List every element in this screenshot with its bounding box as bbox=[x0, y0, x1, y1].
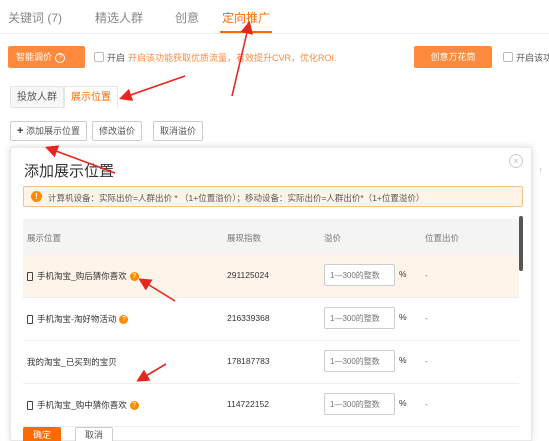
scrollbar[interactable] bbox=[519, 216, 523, 271]
tab-keywords[interactable]: 关键词 (7) bbox=[8, 9, 62, 26]
annotation-arrow bbox=[118, 75, 186, 101]
percent-unit: % bbox=[399, 398, 407, 408]
smart-bid-toggle-label: 开启 bbox=[107, 53, 126, 63]
help-icon[interactable]: ? bbox=[129, 272, 139, 282]
tab-targeted-promotion[interactable]: 定向推广 bbox=[222, 9, 270, 26]
cancel-button[interactable]: 取消 bbox=[75, 427, 113, 441]
position-name: 手机淘宝_购中猜你喜欢 bbox=[37, 400, 127, 410]
brand-checkbox[interactable] bbox=[503, 52, 513, 62]
table-row: 手机淘宝-淘好物活动? 216339368 % - bbox=[23, 298, 519, 341]
add-position-button[interactable]: + 添加展示位置 bbox=[10, 121, 87, 141]
position-name-cell: 手机淘宝_购中猜你喜欢? bbox=[27, 399, 139, 411]
position-name-cell: 手机淘宝_购后猜你喜欢? bbox=[27, 270, 139, 282]
tab-creative[interactable]: 创意 bbox=[175, 9, 199, 26]
position-name: 手机淘宝_购后猜你喜欢 bbox=[37, 271, 127, 281]
column-header-index: 展现指数 bbox=[227, 233, 262, 243]
table-header: 展示位置 展现指数 溢价 位置出价 bbox=[23, 219, 519, 255]
tab-selected-audience[interactable]: 精选人群 bbox=[95, 9, 143, 26]
percent-unit: % bbox=[399, 355, 407, 365]
position-name-cell: 手机淘宝-淘好物活动? bbox=[27, 313, 129, 325]
column-header-price: 位置出价 bbox=[425, 233, 460, 243]
percent-unit: % bbox=[399, 269, 407, 279]
brand-toggle-label: 开启该功 bbox=[516, 53, 549, 63]
position-name-cell: 我的淘宝_已买到的宝贝 bbox=[27, 357, 117, 367]
plus-icon: + bbox=[17, 125, 24, 137]
index-cell: 291125024 bbox=[227, 270, 269, 280]
premium-input[interactable] bbox=[324, 393, 395, 415]
position-price-cell: - bbox=[425, 270, 428, 280]
add-position-label: 添加展示位置 bbox=[25, 126, 80, 136]
position-price-cell: - bbox=[425, 356, 428, 366]
cancel-premium-button[interactable]: 取消溢价 bbox=[153, 121, 204, 141]
help-icon[interactable]: ? bbox=[55, 52, 66, 63]
confirm-button[interactable]: 确定 bbox=[23, 427, 61, 441]
help-icon[interactable]: ? bbox=[129, 401, 139, 411]
notice-text: 计算机设备：实际出价=人群出价 * （1+位置溢价）；移动设备：实际出价=人群出… bbox=[48, 193, 425, 203]
table-row: 手机淘宝_购后猜你喜欢? 291125024 % - bbox=[23, 255, 519, 298]
notice-banner: ! 计算机设备：实际出价=人群出价 * （1+位置溢价）；移动设备：实际出价=人… bbox=[23, 186, 523, 207]
dialog-title: 添加展示位置 bbox=[24, 163, 115, 180]
index-cell: 216339368 bbox=[227, 313, 270, 323]
column-header-premium: 溢价 bbox=[324, 233, 342, 243]
position-name: 手机淘宝-淘好物活动 bbox=[37, 314, 117, 324]
active-tab-underline bbox=[220, 31, 272, 33]
index-cell: 178187783 bbox=[227, 356, 270, 366]
edit-premium-button[interactable]: 修改溢价 bbox=[92, 121, 143, 141]
table-row: 手机淘宝_购中猜你喜欢? 114722152 % - bbox=[23, 384, 519, 427]
sort-arrow-icon: ↑ bbox=[538, 165, 543, 175]
position-price-cell: - bbox=[425, 399, 428, 409]
table-row: 我的淘宝_已买到的宝贝 178187783 % - bbox=[23, 341, 519, 384]
percent-unit: % bbox=[399, 312, 407, 322]
tab-audience[interactable]: 投放人群 bbox=[10, 86, 64, 108]
brand-kaleidoscope-label: 创意万花筒 bbox=[414, 46, 492, 68]
premium-input[interactable] bbox=[324, 307, 395, 329]
help-icon[interactable]: ? bbox=[119, 315, 129, 325]
close-icon[interactable]: × bbox=[509, 154, 523, 168]
tab-display-position[interactable]: 展示位置 bbox=[64, 86, 118, 108]
index-cell: 114722152 bbox=[227, 399, 269, 409]
smart-bid-description: 开启该功能获取优质流量，有效提升CVR，优化ROI. bbox=[128, 53, 337, 63]
add-position-dialog: 添加展示位置 × ! 计算机设备：实际出价=人群出价 * （1+位置溢价）；移动… bbox=[10, 147, 532, 441]
mobile-icon bbox=[27, 315, 33, 325]
premium-input[interactable] bbox=[324, 264, 395, 286]
mobile-icon bbox=[27, 401, 33, 411]
smart-bid-text: 智能调价 bbox=[16, 52, 53, 62]
premium-input[interactable] bbox=[324, 350, 395, 372]
smart-bid-label: 智能调价? bbox=[8, 46, 85, 68]
warning-icon: ! bbox=[31, 191, 42, 202]
top-tab-bar: 关键词 (7) 精选人群 创意 定向推广 bbox=[0, 0, 549, 34]
column-header-position: 展示位置 bbox=[27, 233, 62, 243]
smart-bid-bar: 智能调价? 开启 开启该功能获取优质流量，有效提升CVR，优化ROI. 创意万花… bbox=[0, 46, 549, 68]
position-price-cell: - bbox=[425, 313, 428, 323]
mobile-icon bbox=[27, 272, 33, 282]
smart-bid-checkbox[interactable] bbox=[94, 52, 104, 62]
